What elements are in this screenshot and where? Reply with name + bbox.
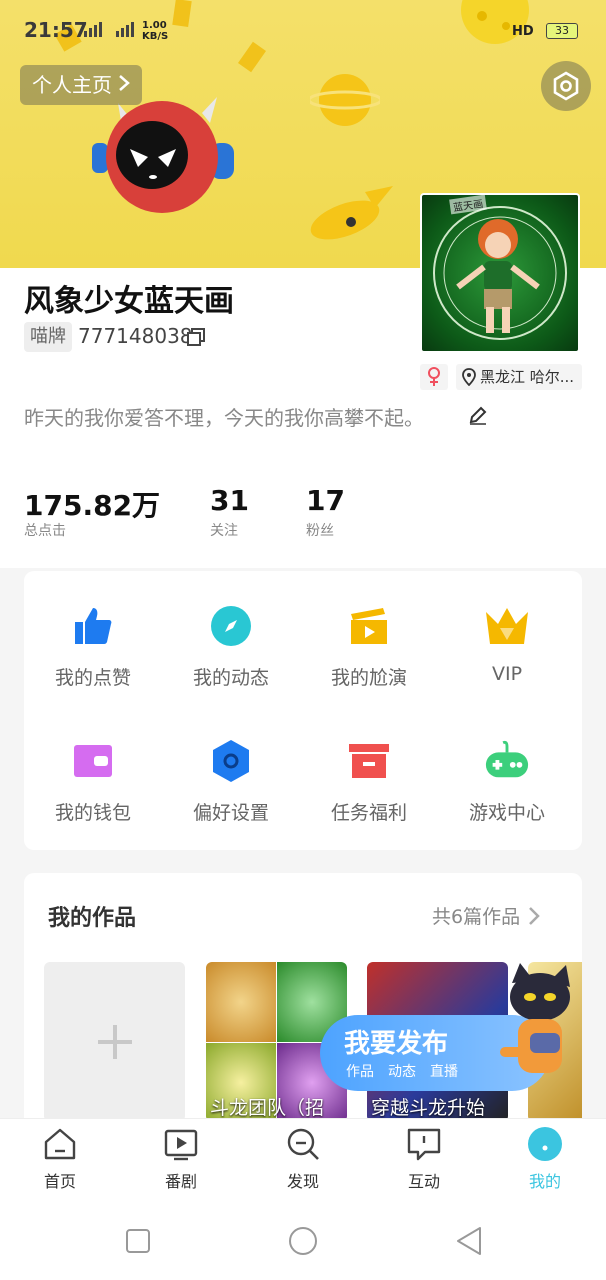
- signal-icon: [84, 22, 102, 37]
- network-speed: 1.00 KB/S: [142, 20, 168, 42]
- publish-options: 作品 动态 直播: [346, 1061, 458, 1081]
- grid-item-label: 我的点赞: [54, 667, 131, 689]
- rocket-illustration: [310, 186, 393, 240]
- home-icon: [42, 1126, 78, 1162]
- battery-icon: 33: [546, 23, 578, 39]
- work-caption: 穿越斗龙升始: [371, 1097, 486, 1119]
- compass-icon: [208, 603, 254, 649]
- grid-item-label: 偏好设置: [192, 802, 269, 824]
- system-navigation-bar: [0, 1204, 606, 1280]
- work-caption: 斗龙团队（招: [210, 1097, 325, 1119]
- total-clicks-label: 总点击: [24, 523, 66, 539]
- avatar-illustration: [433, 206, 567, 340]
- work-thumbnail-panel: [206, 962, 276, 1042]
- clapperboard-icon: [346, 603, 392, 649]
- gamepad-icon: [484, 738, 530, 784]
- edit-pen-icon[interactable]: [468, 405, 488, 425]
- decor-cube: [237, 41, 267, 73]
- works-count-label: 共6篇作品: [432, 906, 521, 928]
- following-value[interactable]: 31: [210, 484, 249, 517]
- location-chip: 黑龙江 哈尔...: [456, 364, 583, 390]
- search-icon: [285, 1126, 321, 1162]
- message-icon: [406, 1126, 442, 1162]
- total-clicks-value: 175.82万: [24, 489, 161, 522]
- location-text: 黑龙江 哈尔...: [480, 368, 575, 386]
- nav-label: 互动: [407, 1172, 440, 1191]
- nav-home[interactable]: 首页: [20, 1126, 100, 1192]
- thumbs-up-icon: [70, 603, 116, 649]
- avatar[interactable]: 蓝天画: [420, 193, 580, 353]
- add-work-button[interactable]: [44, 962, 185, 1122]
- robot-mascot-illustration: [92, 97, 234, 213]
- nav-discover[interactable]: 发现: [263, 1126, 343, 1192]
- grid-item-label: 我的动态: [192, 667, 269, 689]
- plus-icon: [97, 1025, 132, 1059]
- home-button-icon[interactable]: [288, 1226, 318, 1256]
- user-bio: 昨天的我你爱答不理，今天的我你高攀不起。: [24, 406, 424, 430]
- publish-floating-button[interactable]: 我要发布 作品 动态 直播: [320, 963, 582, 1091]
- decor-cube: [172, 0, 192, 27]
- nav-me[interactable]: 我的: [505, 1126, 585, 1192]
- female-icon: [420, 364, 448, 390]
- settings-button[interactable]: [541, 61, 591, 111]
- nav-label: 发现: [286, 1172, 319, 1191]
- publish-option-moments: 动态: [388, 1064, 416, 1080]
- network-speed-value: 1.00: [142, 20, 167, 31]
- publish-option-live: 直播: [430, 1064, 458, 1080]
- user-name: 风象少女蓝天画: [24, 284, 234, 319]
- hd-indicator: HD: [512, 24, 534, 39]
- followers-value[interactable]: 17: [306, 484, 345, 517]
- grid-item-preferences[interactable]: 偏好设置: [162, 738, 300, 825]
- play-icon: [163, 1126, 199, 1162]
- grid-item-game-center[interactable]: 游戏中心: [438, 738, 576, 825]
- grid-item-label: 游戏中心: [468, 802, 545, 824]
- nav-label: 番剧: [164, 1172, 197, 1191]
- gift-box-icon: [346, 738, 392, 784]
- feature-grid-card: 我的点赞 我的动态 我的尬演 VIP 我的钱包 偏好设置 任务福利 游戏中心: [24, 571, 582, 850]
- grid-item-label: 任务福利: [330, 802, 407, 824]
- nav-interact[interactable]: 互动: [384, 1126, 464, 1192]
- publish-main-label: 我要发布: [344, 1029, 449, 1059]
- grid-item-label: VIP: [491, 663, 523, 685]
- grid-item-vip[interactable]: VIP: [438, 603, 576, 685]
- planet-illustration: [310, 74, 380, 126]
- nav-label: 首页: [43, 1172, 76, 1191]
- grid-item-performance[interactable]: 我的尬演: [300, 603, 438, 690]
- chevron-right-icon: [529, 906, 540, 925]
- publish-option-works: 作品: [346, 1064, 374, 1080]
- personal-homepage-button[interactable]: 个人主页: [20, 65, 142, 105]
- my-works-title: 我的作品: [48, 906, 137, 931]
- personal-homepage-label: 个人主页: [32, 73, 112, 97]
- following-label: 关注: [210, 523, 238, 539]
- profile-icon: [527, 1126, 563, 1162]
- followers-label: 粉丝: [306, 523, 334, 539]
- id-badge: 喵牌: [24, 322, 72, 352]
- copy-icon[interactable]: [186, 327, 206, 347]
- hexagon-icon: [208, 738, 254, 784]
- grid-item-moments[interactable]: 我的动态: [162, 603, 300, 690]
- network-speed-unit: KB/S: [142, 31, 169, 42]
- grid-item-wallet[interactable]: 我的钱包: [24, 738, 162, 825]
- chevron-right-icon: [118, 65, 130, 105]
- grid-item-label: 我的尬演: [330, 667, 407, 689]
- hexagon-settings-icon: [553, 71, 579, 101]
- status-time: 21:57: [24, 18, 88, 42]
- wallet-icon: [70, 738, 116, 784]
- signal-4g-icon: [116, 22, 134, 37]
- back-icon[interactable]: [456, 1226, 482, 1256]
- user-id: 777148038: [78, 324, 193, 348]
- location-pin-icon: [462, 368, 476, 386]
- cat-mascot-illustration: [500, 963, 570, 1073]
- nav-series[interactable]: 番剧: [141, 1126, 221, 1192]
- grid-item-task-rewards[interactable]: 任务福利: [300, 738, 438, 825]
- recent-apps-icon[interactable]: [125, 1228, 151, 1254]
- nav-label: 我的: [528, 1172, 561, 1191]
- grid-item-label: 我的钱包: [54, 802, 131, 824]
- grid-item-likes[interactable]: 我的点赞: [24, 603, 162, 690]
- crown-icon: [484, 603, 530, 649]
- works-count-link[interactable]: 共6篇作品: [432, 902, 540, 929]
